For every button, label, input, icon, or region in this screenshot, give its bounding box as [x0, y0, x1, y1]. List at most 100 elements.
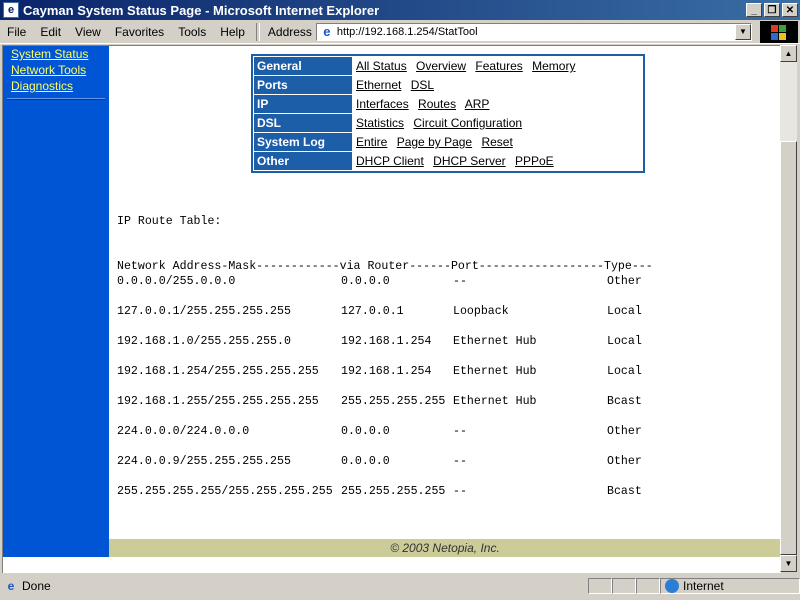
link-ethernet[interactable]: Ethernet	[356, 78, 401, 92]
internet-globe-icon	[665, 579, 679, 593]
route-type: Local	[607, 335, 642, 348]
route-row: 192.168.1.0/255.255.255.0 192.168.1.254 Et…	[117, 334, 653, 349]
route-via-router: 0.0.0.0	[341, 425, 390, 438]
page-done-icon: e	[7, 579, 15, 593]
status-row-ip: IP Interfaces Routes ARP	[254, 95, 642, 113]
link-dhcp-client[interactable]: DHCP Client	[356, 154, 424, 168]
menu-bar: File Edit View Favorites Tools Help Addr…	[0, 21, 800, 44]
route-row: 255.255.255.255/255.255.255.255 255.255.2…	[117, 484, 653, 499]
scroll-up-button[interactable]: ▲	[780, 45, 797, 62]
address-url[interactable]: http://192.168.1.254/StatTool	[337, 26, 735, 38]
page-icon: e	[323, 24, 331, 39]
route-row: 224.0.0.0/224.0.0.0 0.0.0.0 -- Other	[117, 424, 653, 439]
page-viewport: System Status Network Tools Diagnostics …	[2, 45, 781, 573]
windows-logo-icon	[760, 21, 798, 43]
toolbar-separator	[255, 23, 260, 41]
link-pppoe[interactable]: PPPoE	[515, 154, 554, 168]
status-row-general: General All Status Overview Features Mem…	[254, 57, 642, 75]
category-label: IP	[254, 95, 352, 113]
copyright-footer: © 2003 Netopia, Inc.	[109, 539, 781, 557]
category-label: DSL	[254, 114, 352, 132]
route-network: 255.255.255.255/255.255.255.255	[117, 485, 333, 498]
route-table-header: Network Address-Mask------------via Rout…	[117, 260, 653, 273]
link-dhcp-server[interactable]: DHCP Server	[433, 154, 505, 168]
route-port: --	[453, 275, 467, 288]
category-label: Other	[254, 152, 352, 170]
link-dsl[interactable]: DSL	[411, 78, 434, 92]
left-nav: System Status Network Tools Diagnostics	[3, 46, 109, 557]
ie-app-icon[interactable]: e	[3, 2, 19, 18]
link-overview[interactable]: Overview	[416, 59, 466, 73]
address-field[interactable]: e http://192.168.1.254/StatTool ▼	[315, 23, 752, 41]
route-type: Other	[607, 455, 642, 468]
link-interfaces[interactable]: Interfaces	[356, 97, 409, 111]
route-port: --	[453, 485, 467, 498]
route-network: 192.168.1.0/255.255.255.0	[117, 335, 291, 348]
route-type: Bcast	[607, 395, 642, 408]
status-row-other: Other DHCP Client DHCP Server PPPoE	[254, 152, 642, 170]
menu-tools[interactable]: Tools	[171, 25, 213, 39]
route-type: Other	[607, 275, 642, 288]
menu-help[interactable]: Help	[213, 25, 252, 39]
status-menu-table: General All Status Overview Features Mem…	[251, 54, 645, 173]
route-via-router: 255.255.255.255	[341, 395, 446, 408]
route-table-title: IP Route Table:	[117, 215, 222, 228]
minimize-button[interactable]: _	[746, 3, 762, 17]
nav-link-diagnostics[interactable]: Diagnostics	[3, 78, 109, 94]
address-dropdown-button[interactable]: ▼	[734, 24, 751, 40]
vertical-scrollbar[interactable]: ▲ ▼	[780, 45, 797, 572]
link-routes[interactable]: Routes	[418, 97, 456, 111]
route-network: 224.0.0.0/224.0.0.0	[117, 425, 250, 438]
zone-label: Internet	[683, 579, 724, 593]
nav-link-network-tools[interactable]: Network Tools	[3, 62, 109, 78]
route-network: 127.0.0.1/255.255.255.255	[117, 305, 291, 318]
status-pane	[612, 578, 636, 594]
link-arp[interactable]: ARP	[465, 97, 490, 111]
status-pane	[636, 578, 660, 594]
route-row: 192.168.1.255/255.255.255.255 255.255.255…	[117, 394, 653, 409]
route-network: 0.0.0.0/255.0.0.0	[117, 275, 236, 288]
route-via-router: 0.0.0.0	[341, 455, 390, 468]
link-entire[interactable]: Entire	[356, 135, 387, 149]
route-type: Other	[607, 425, 642, 438]
category-label: Ports	[254, 76, 352, 94]
route-port: Ethernet Hub	[453, 335, 537, 348]
route-network: 192.168.1.254/255.255.255.255	[117, 365, 319, 378]
menu-file[interactable]: File	[0, 25, 33, 39]
menu-edit[interactable]: Edit	[33, 25, 68, 39]
link-page-by-page[interactable]: Page by Page	[397, 135, 472, 149]
close-button[interactable]: ✕	[782, 3, 798, 17]
route-via-router: 0.0.0.0	[341, 275, 390, 288]
nav-divider	[7, 98, 105, 100]
status-pane	[588, 578, 612, 594]
window-title: Cayman System Status Page - Microsoft In…	[23, 2, 380, 18]
link-reset[interactable]: Reset	[481, 135, 512, 149]
route-port: Ethernet Hub	[453, 365, 537, 378]
status-row-system-log: System Log Entire Page by Page Reset	[254, 133, 642, 151]
route-row: 192.168.1.254/255.255.255.255 192.168.1.2…	[117, 364, 653, 379]
link-statistics[interactable]: Statistics	[356, 116, 404, 130]
menu-view[interactable]: View	[68, 25, 108, 39]
route-via-router: 192.168.1.254	[341, 365, 432, 378]
route-row: 127.0.0.1/255.255.255.255 127.0.0.1 Loopba…	[117, 304, 653, 319]
menu-favorites[interactable]: Favorites	[108, 25, 171, 39]
route-row: 0.0.0.0/255.0.0.0 0.0.0.0 -- Other	[117, 274, 653, 289]
status-bar: e Done Internet	[0, 576, 800, 596]
route-table: IP Route Table: Network Address-Mask----…	[117, 214, 653, 499]
route-type: Bcast	[607, 485, 642, 498]
restore-button[interactable]: ❐	[764, 3, 780, 17]
nav-link-system-status[interactable]: System Status	[3, 46, 109, 62]
scroll-thumb[interactable]	[780, 141, 797, 555]
route-via-router: 192.168.1.254	[341, 335, 432, 348]
route-port: --	[453, 455, 467, 468]
status-text: Done	[22, 579, 51, 593]
security-zone: Internet	[660, 578, 800, 594]
route-port: --	[453, 425, 467, 438]
route-port: Ethernet Hub	[453, 395, 537, 408]
scroll-down-button[interactable]: ▼	[780, 555, 797, 572]
link-all-status[interactable]: All Status	[356, 59, 407, 73]
link-circuit-configuration[interactable]: Circuit Configuration	[413, 116, 522, 130]
link-features[interactable]: Features	[475, 59, 522, 73]
route-type: Local	[607, 365, 642, 378]
link-memory[interactable]: Memory	[532, 59, 575, 73]
